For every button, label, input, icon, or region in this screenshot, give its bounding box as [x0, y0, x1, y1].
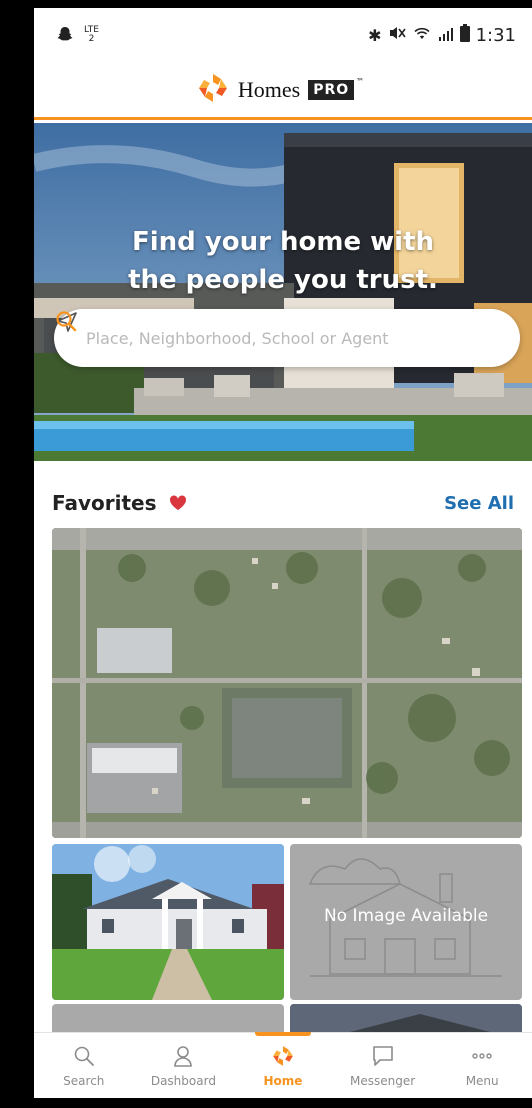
hero-title: Find your home with the people you trust… — [128, 227, 438, 295]
search-bar[interactable]: Place, Neighborhood, School or Agent — [54, 309, 520, 367]
heart-icon — [169, 495, 186, 510]
network-indicator: LTE 2 — [84, 25, 99, 44]
chat-icon — [372, 1045, 393, 1066]
app-screen: LTE 2 ✱ 1:31 Homes PRO ™ Find your home … — [34, 8, 532, 1098]
person-icon — [174, 1045, 193, 1067]
aerial-map-image — [52, 528, 522, 838]
tab-messenger[interactable]: Messenger — [333, 1033, 433, 1098]
house-photo — [52, 844, 284, 1000]
snapchat-icon — [56, 25, 74, 46]
favorites-title: Favorites — [52, 491, 157, 515]
tab-label: Home — [263, 1073, 303, 1088]
search-icon[interactable] — [54, 309, 78, 333]
tab-home[interactable]: Home — [233, 1032, 333, 1098]
mute-icon — [388, 25, 406, 46]
wifi-icon — [412, 25, 432, 46]
tab-label: Messenger — [349, 1073, 416, 1088]
bottom-tab-bar: Search Dashboard Home Messenger Menu — [34, 1032, 532, 1098]
favorite-map-tile[interactable] — [52, 528, 522, 838]
battery-icon — [459, 23, 470, 47]
brand-header: Homes PRO ™ — [34, 62, 532, 120]
favorites-header: Favorites See All — [34, 478, 532, 528]
device-frame: LTE 2 ✱ 1:31 Homes PRO ™ Find your home … — [0, 0, 532, 1108]
bluetooth-icon: ✱ — [368, 25, 382, 45]
homes-pro-logo: Homes PRO ™ — [196, 71, 370, 109]
status-bar: LTE 2 ✱ 1:31 — [34, 8, 532, 62]
tab-label: Dashboard — [150, 1073, 216, 1088]
signal-icon — [438, 25, 454, 46]
clock: 1:31 — [475, 24, 516, 46]
tab-label: Search — [63, 1073, 105, 1088]
tab-search[interactable]: Search — [34, 1033, 134, 1098]
tab-dashboard[interactable]: Dashboard — [134, 1033, 234, 1098]
tab-menu[interactable]: Menu — [432, 1033, 532, 1098]
no-image-label: No Image Available — [323, 906, 489, 926]
trademark: ™ — [356, 77, 365, 86]
brand-pro-badge: PRO — [308, 79, 355, 100]
brand-name: Homes — [237, 76, 301, 102]
search-icon — [74, 1046, 94, 1066]
tab-label: Menu — [465, 1073, 499, 1088]
see-all-link[interactable]: See All — [444, 493, 514, 514]
homes-logo-icon — [196, 71, 230, 109]
search-input[interactable]: Place, Neighborhood, School or Agent — [86, 329, 500, 348]
favorite-no-image-tile[interactable]: No Image Available — [290, 844, 522, 1000]
dots-icon — [472, 1052, 492, 1059]
homes-logo-icon — [273, 1045, 293, 1066]
favorite-house-tile[interactable] — [52, 844, 284, 1000]
hero-banner: Find your home with the people you trust… — [34, 123, 532, 461]
